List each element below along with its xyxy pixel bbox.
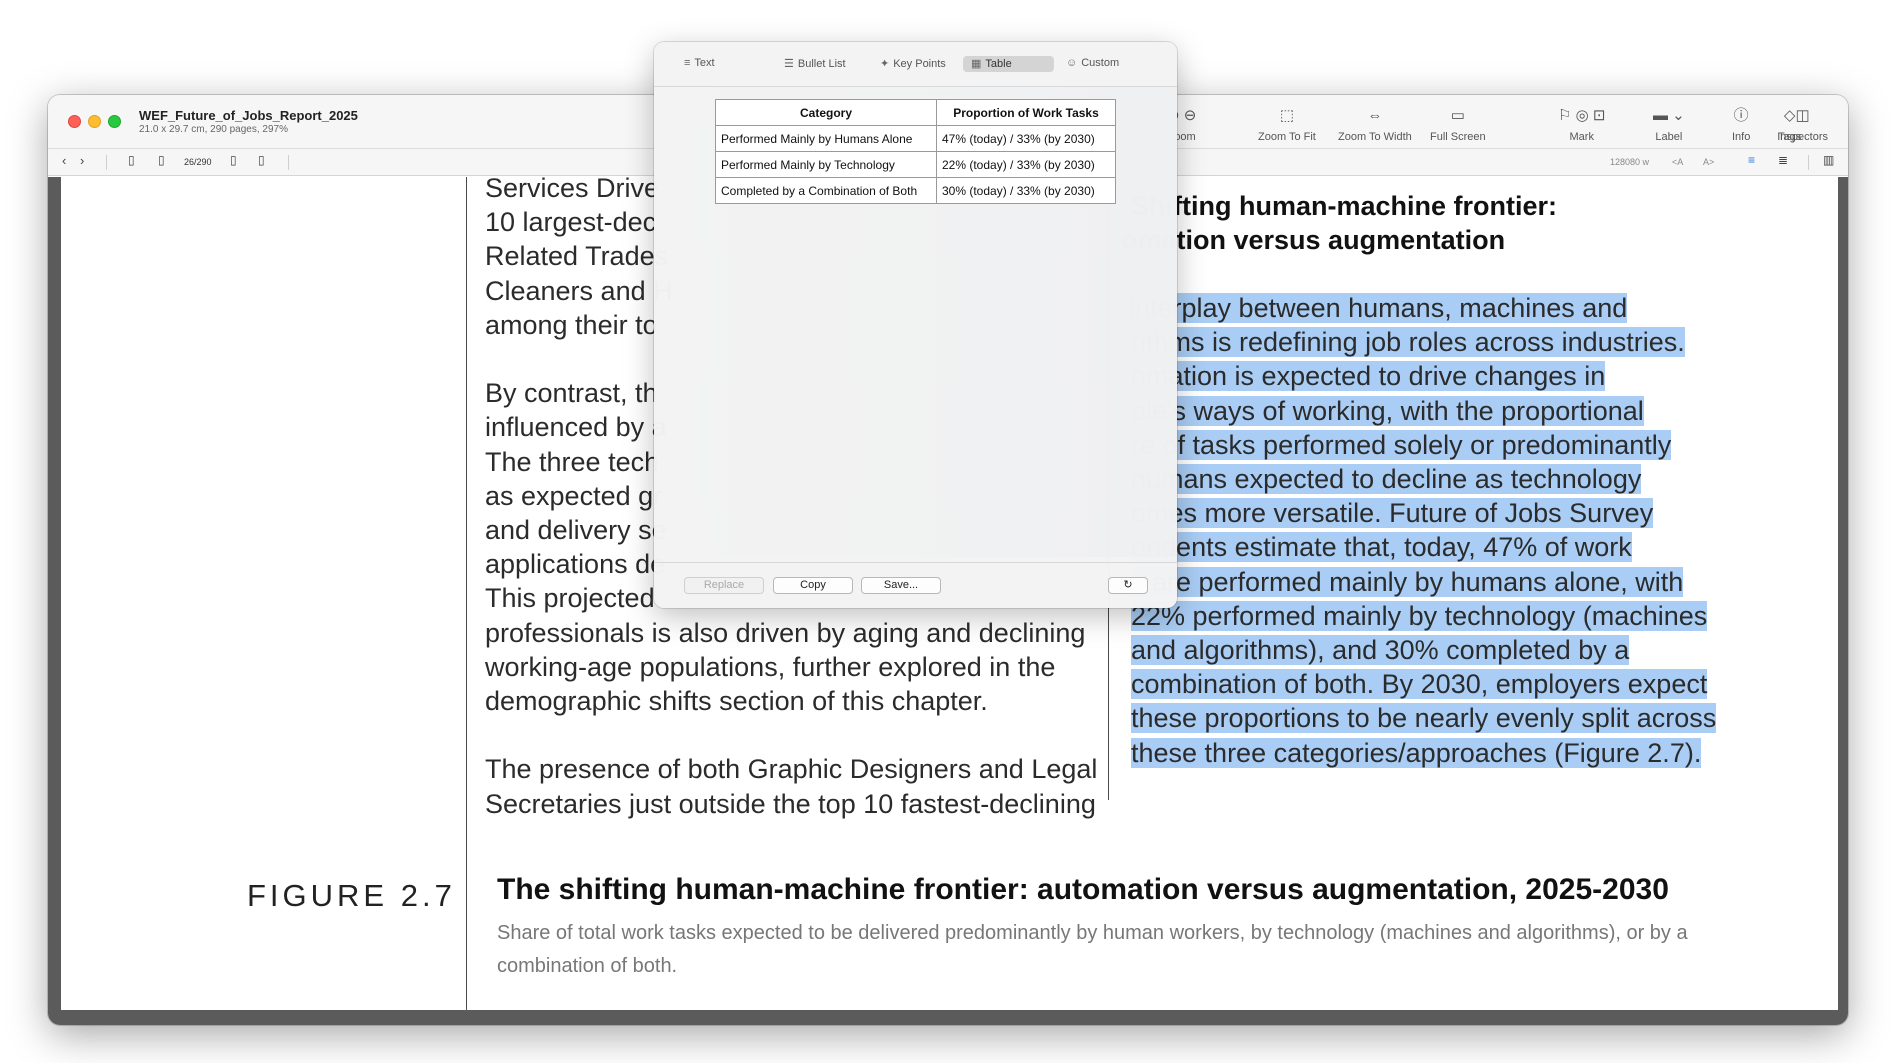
table-header: Category xyxy=(715,99,937,126)
table-row: Performed Mainly by Technology 22% (toda… xyxy=(715,151,1116,178)
highlight-tool-icon[interactable]: ≡ xyxy=(1748,153,1755,167)
save-button[interactable]: Save... xyxy=(861,577,941,594)
column-rule xyxy=(466,177,467,1010)
toolbar-mark[interactable]: ⚐ ◎ ⊡ Mark xyxy=(1558,107,1605,147)
table-cell: Completed by a Combination of Both xyxy=(715,177,937,204)
extracted-table: Category Proportion of Work Tasks Perfor… xyxy=(715,99,1116,204)
mark-icon: ⚐ ◎ ⊡ xyxy=(1558,107,1606,124)
minimize-window-button[interactable] xyxy=(88,115,101,128)
toolbar-info[interactable]: ⓘ Info xyxy=(1732,107,1750,147)
section-heading: Shifting human-machine frontier: omation… xyxy=(1121,191,1558,255)
forward-icon[interactable]: › xyxy=(80,153,84,168)
table-row: Completed by a Combination of Both 30% (… xyxy=(715,177,1116,204)
divider xyxy=(1808,155,1809,170)
full-screen-icon: ▭ xyxy=(1450,107,1465,124)
width-readout: 128080 w xyxy=(1610,157,1650,167)
text-icon: ≡ xyxy=(684,57,691,69)
toolbar-zoom-to-width[interactable]: ⇔ Zoom To Width xyxy=(1338,107,1412,147)
table-header-row: Category Proportion of Work Tasks xyxy=(715,99,1116,126)
figure-label: FIGURE 2.7 xyxy=(247,878,456,913)
tab-text[interactable]: ≡ Text xyxy=(676,56,723,72)
table-icon: ▦ xyxy=(971,58,982,70)
toolbar-zoom-to-fit[interactable]: ⬚ Zoom To Fit xyxy=(1258,107,1316,147)
close-window-button[interactable] xyxy=(68,115,81,128)
document-info: 21.0 x 29.7 cm, 290 pages, 297% xyxy=(139,124,288,135)
table-cell: 22% (today) / 33% (by 2030) xyxy=(936,151,1116,178)
label-icon: ▬ ⌄ xyxy=(1653,107,1685,124)
popup-tab-bar: ≡ Text ☰ Bullet List ✦ Key Points ▦ Table ☺ C… xyxy=(654,42,1177,87)
tab-custom[interactable]: ☺ Custom xyxy=(1058,56,1127,72)
next-page-icon[interactable]: ▯ xyxy=(230,153,237,167)
key-points-icon: ✦ xyxy=(880,58,890,70)
figure-title: The shifting human-machine frontier: aut… xyxy=(497,873,1669,906)
inspectors-icon: ◫ xyxy=(1795,107,1810,124)
zoom-window-button[interactable] xyxy=(108,115,121,128)
table-row: Performed Mainly by Humans Alone 47% (to… xyxy=(715,125,1116,152)
bullet-list-icon: ☰ xyxy=(784,58,794,70)
replace-button[interactable]: Replace xyxy=(684,577,764,594)
document-title: WEF_Future_of_Jobs_Report_2025 xyxy=(139,108,358,123)
page-indicator[interactable]: 26/290 xyxy=(184,157,212,167)
font-smaller-button[interactable]: <A xyxy=(1672,157,1683,167)
info-icon: ⓘ xyxy=(1733,107,1749,124)
table-cell: 30% (today) / 33% (by 2030) xyxy=(936,177,1116,204)
refresh-icon[interactable]: ↻ xyxy=(1108,577,1148,594)
toolbar-full-screen[interactable]: ▭ Full Screen xyxy=(1430,107,1486,147)
last-page-icon[interactable]: ▯ xyxy=(258,153,265,167)
table-cell: 47% (today) / 33% (by 2030) xyxy=(936,125,1116,152)
tab-table[interactable]: ▦ Table xyxy=(963,56,1054,72)
columns-icon[interactable]: ▥ xyxy=(1823,153,1834,167)
toolbar-label[interactable]: ▬ ⌄ Label xyxy=(1653,107,1685,147)
previous-page-icon[interactable]: ▯ xyxy=(158,153,165,167)
figure-caption: Share of total work tasks expected to be… xyxy=(497,922,1688,977)
copy-button[interactable]: Copy xyxy=(773,577,853,594)
divider xyxy=(288,155,289,170)
table-cell: Performed Mainly by Technology xyxy=(715,151,937,178)
zoom-to-width-icon: ⇔ xyxy=(1367,107,1383,124)
back-icon[interactable]: ‹ xyxy=(62,153,66,168)
font-larger-button[interactable]: A> xyxy=(1703,157,1714,167)
tab-key-points[interactable]: ✦ Key Points xyxy=(872,56,954,72)
custom-icon: ☺ xyxy=(1066,57,1078,69)
popup-footer: Replace Copy Save... ↻ xyxy=(654,562,1177,608)
divider xyxy=(106,155,107,170)
first-page-icon[interactable]: ▯ xyxy=(128,153,135,167)
summary-popup: ≡ Text ☰ Bullet List ✦ Key Points ▦ Table ☺ C… xyxy=(654,42,1177,608)
zoom-to-fit-icon: ⬚ xyxy=(1279,107,1295,124)
table-cell: Performed Mainly by Humans Alone xyxy=(715,125,937,152)
tab-bullet-list[interactable]: ☰ Bullet List xyxy=(776,56,854,72)
table-header: Proportion of Work Tasks xyxy=(936,99,1116,126)
text-layout-icon[interactable]: ≣ xyxy=(1778,153,1788,167)
highlighted-paragraph[interactable]: interplay between humans, machines and r… xyxy=(1129,291,1717,770)
